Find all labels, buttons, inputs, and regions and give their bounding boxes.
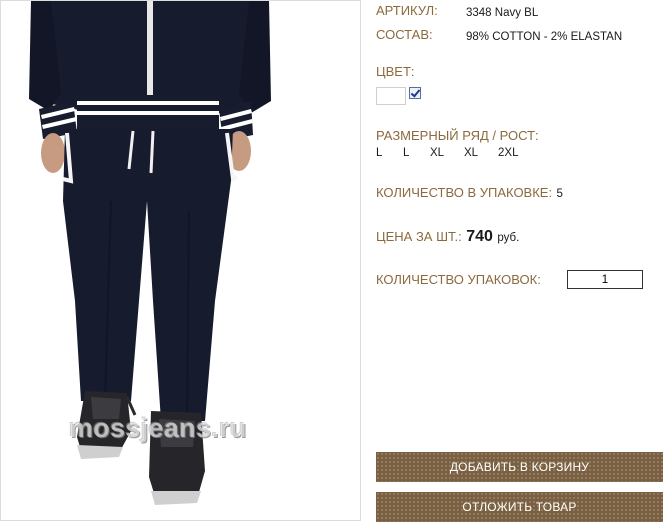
article-row: АРТИКУЛ:: [376, 2, 438, 20]
composition-value-wrap: 98% COTTON - 2% ELASTAN: [466, 27, 622, 45]
color-checkbox[interactable]: [409, 87, 421, 99]
size-item: XL: [464, 147, 479, 159]
pack-qty-label: КОЛИЧЕСТВО В УПАКОВКЕ:: [376, 185, 553, 200]
pack-qty-row: КОЛИЧЕСТВО В УПАКОВКЕ: 5: [376, 184, 563, 202]
packs-row: КОЛИЧЕСТВО УПАКОВОК:: [376, 271, 541, 289]
watermark: mossjeans.ru: [69, 413, 247, 443]
size-item: L: [376, 147, 383, 159]
packs-label: КОЛИЧЕСТВО УПАКОВОК:: [376, 272, 541, 287]
article-label: АРТИКУЛ:: [376, 3, 438, 18]
size-row: РАЗМЕРНЫЙ РЯД / РОСТ:: [376, 127, 539, 145]
composition-value: 98% COTTON - 2% ELASTAN: [466, 31, 623, 43]
size-label: РАЗМЕРНЫЙ РЯД / РОСТ:: [376, 128, 539, 143]
article-value: 3348 Navy BL: [466, 7, 539, 19]
article-value-wrap: 3348 Navy BL: [466, 3, 538, 21]
price-currency: руб.: [497, 232, 520, 244]
price-row: ЦЕНА ЗА ШТ.: 740 руб.: [376, 228, 519, 246]
composition-row: СОСТАВ:: [376, 26, 433, 44]
color-label: ЦВЕТ:: [376, 64, 415, 79]
price-label: ЦЕНА ЗА ШТ.:: [376, 229, 462, 244]
size-item: 2XL: [498, 147, 519, 159]
packs-quantity-input[interactable]: [567, 270, 643, 289]
size-item: L: [403, 147, 410, 159]
composition-label: СОСТАВ:: [376, 27, 433, 42]
defer-item-button[interactable]: ОТЛОЖИТЬ ТОВАР: [376, 492, 663, 522]
color-row: ЦВЕТ:: [376, 63, 415, 81]
pack-qty-value: 5: [556, 188, 563, 200]
price-value: 740: [466, 228, 493, 245]
color-swatch[interactable]: [376, 87, 406, 105]
size-item: XL: [430, 147, 445, 159]
add-to-cart-button[interactable]: ДОБАВИТЬ В КОРЗИНУ: [376, 452, 663, 482]
product-photo[interactable]: mossjeans.ru: [0, 0, 361, 521]
